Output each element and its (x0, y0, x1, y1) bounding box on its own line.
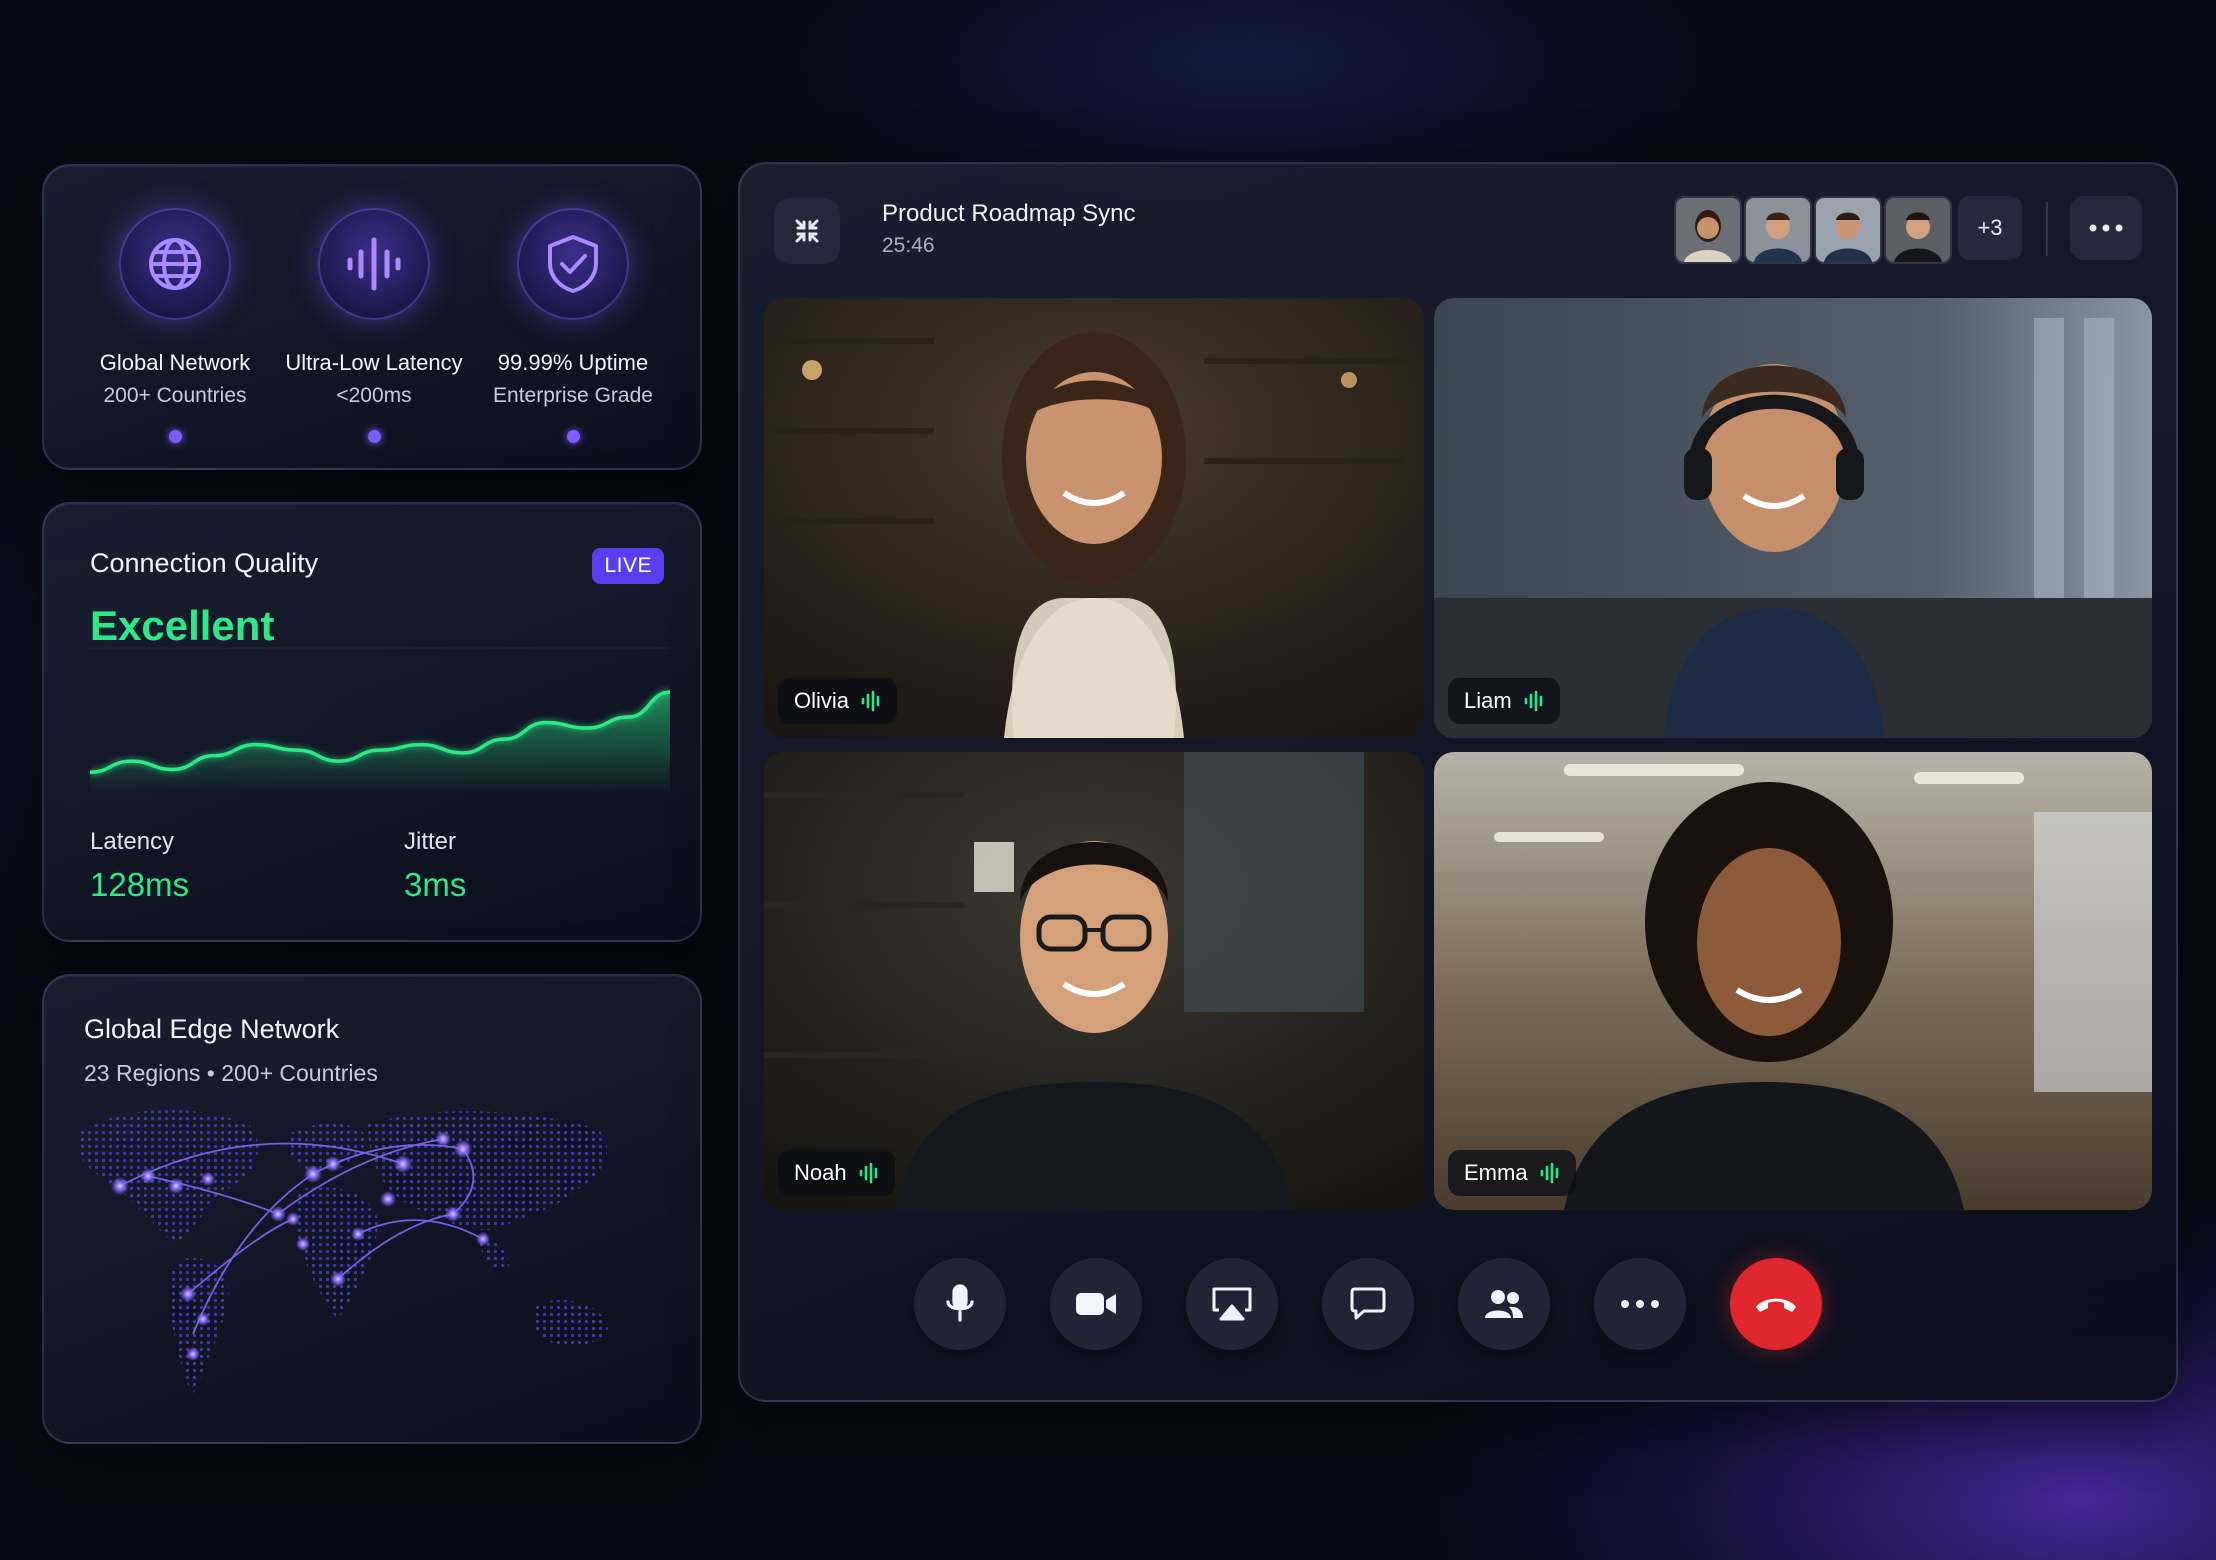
more-icon (2089, 224, 2123, 232)
video-camera-icon (1076, 1293, 1116, 1315)
continents (77, 1110, 608, 1394)
participant-video (764, 298, 1424, 738)
edge-subtitle: 23 Regions • 200+ Countries (84, 1060, 378, 1086)
participant-video (764, 752, 1424, 1210)
end-call-icon (1756, 1298, 1796, 1312)
meeting-title: Product Roadmap Sync (882, 200, 1136, 227)
header-more-button[interactable] (2070, 196, 2142, 260)
participant-avatar[interactable] (1744, 196, 1812, 264)
feature-subtitle: Enterprise Grade (493, 384, 653, 407)
header-divider (2046, 202, 2048, 256)
shield-check-icon (517, 208, 629, 320)
video-tile-liam[interactable]: Liam (1434, 298, 2152, 738)
collapse-icon (795, 219, 819, 243)
feature-title: 99.99% Uptime (497, 350, 649, 375)
participant-avatar[interactable] (1884, 196, 1952, 264)
chart-area-fill (90, 692, 670, 792)
participant-video (1434, 298, 2152, 738)
participant-avatar[interactable] (1814, 196, 1882, 264)
connection-title: Connection Quality (90, 548, 319, 578)
feature-subtitle: <200ms (336, 384, 412, 407)
latency-label: Latency (90, 828, 175, 855)
feature-title: Ultra-Low Latency (285, 350, 463, 375)
edge-title: Global Edge Network (84, 1014, 340, 1044)
jitter-label: Jitter (404, 828, 457, 855)
world-map (77, 1110, 608, 1394)
audio-level-icon (1540, 1162, 1558, 1184)
collapse-button[interactable] (774, 198, 840, 264)
participant-name-tag: Noah (778, 1150, 895, 1196)
global-edge-card: Global Edge Network 23 Regions • 200+ Co… (42, 974, 702, 1444)
live-badge: LIVE (592, 548, 664, 584)
participants-button[interactable] (1458, 1258, 1550, 1350)
camera-button[interactable] (1050, 1258, 1142, 1350)
feature-low-latency: Ultra-Low Latency <200ms (269, 208, 479, 443)
feature-indicator-dot (566, 430, 580, 443)
end-call-button[interactable] (1730, 1258, 1822, 1350)
extra-participants-count[interactable]: +3 (1958, 196, 2022, 260)
microphone-button[interactable] (914, 1258, 1006, 1350)
participant-name: Olivia (794, 688, 850, 713)
feature-uptime: 99.99% Uptime Enterprise Grade (468, 208, 678, 443)
video-tile-noah[interactable]: Noah (764, 752, 1424, 1210)
latency-value: 128ms (90, 866, 190, 903)
more-icon (1621, 1300, 1659, 1308)
participant-avatar[interactable] (1674, 196, 1742, 264)
participant-name-tag: Emma (1448, 1150, 1576, 1196)
chat-button[interactable] (1322, 1258, 1414, 1350)
screen-share-button[interactable] (1186, 1258, 1278, 1350)
participant-name: Liam (1464, 688, 1512, 713)
video-tile-olivia[interactable]: Olivia (764, 298, 1424, 738)
participant-name: Noah (794, 1160, 847, 1185)
feature-indicator-dot (367, 430, 381, 443)
features-card: Global Network 200+ Countries Ultra-Low … (42, 164, 702, 470)
feature-subtitle: 200+ Countries (103, 384, 247, 407)
microphone-icon (946, 1284, 974, 1322)
more-options-button[interactable] (1594, 1258, 1686, 1350)
chat-icon (1350, 1287, 1386, 1320)
video-tile-emma[interactable]: Emma (1434, 752, 2152, 1210)
screen-share-icon (1212, 1287, 1252, 1321)
audio-level-icon (859, 1162, 877, 1184)
feature-indicator-dot (168, 430, 182, 443)
participant-name-tag: Olivia (778, 678, 898, 724)
audio-level-icon (861, 690, 880, 712)
participant-video (1434, 752, 2152, 1210)
globe-icon (119, 208, 231, 320)
audio-wave-icon (318, 208, 430, 320)
participants-icon (1485, 1290, 1523, 1318)
connection-quality-card: Connection Quality LIVE Excellent Latenc… (42, 502, 702, 942)
feature-title: Global Network (99, 350, 251, 375)
participant-name-tag: Liam (1448, 678, 1560, 724)
connection-quality-chart (90, 647, 670, 792)
feature-global-network: Global Network 200+ Countries (70, 208, 280, 443)
video-call-window: Product Roadmap Sync 25:46 +3 Olivia Lia… (738, 162, 2178, 1402)
participant-name: Emma (1464, 1160, 1528, 1185)
meeting-timer: 25:46 (882, 234, 935, 257)
jitter-value: 3ms (404, 866, 467, 903)
audio-level-icon (1524, 690, 1542, 712)
